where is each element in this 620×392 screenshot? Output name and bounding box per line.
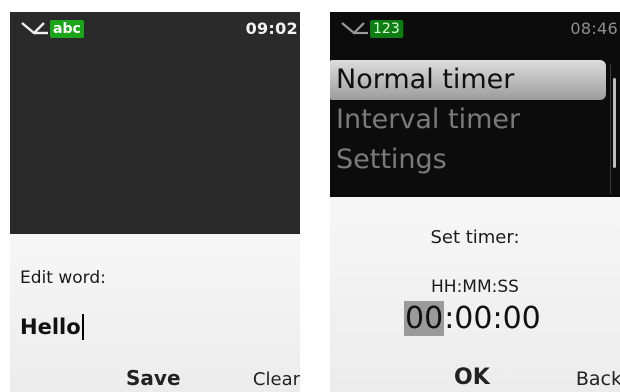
clock: 09:02	[245, 19, 298, 38]
edit-word-dialog: Edit word: Hello Save Clear	[10, 234, 300, 392]
time-format-label: HH:MM:SS	[431, 277, 519, 297]
network-signal-icon	[341, 22, 368, 35]
status-bar: abc 09:02	[10, 12, 300, 48]
menu-item-settings[interactable]: Settings	[330, 140, 604, 180]
input-mode-badge: 123	[370, 20, 403, 38]
left-phone-screen: abc 09:02 Edit word: Hello Save Clear	[10, 12, 300, 392]
menu-scrollbar[interactable]	[610, 64, 617, 194]
save-button[interactable]: Save	[126, 366, 181, 390]
dialog-title: Set timer:	[430, 227, 520, 248]
scrollbar-thumb[interactable]	[613, 78, 616, 168]
text-caret	[81, 314, 84, 340]
back-button[interactable]: Back	[576, 368, 620, 390]
timer-time-input[interactable]: 00 :00:00	[404, 301, 541, 336]
ok-button[interactable]: OK	[454, 365, 490, 390]
menu-item-interval-timer[interactable]: Interval timer	[330, 100, 604, 140]
status-bar: 123 08:46	[330, 12, 620, 48]
minutes-seconds-segment[interactable]: :00:00	[444, 301, 541, 336]
clear-button[interactable]: Clear	[253, 369, 300, 390]
dialog-label: Edit word:	[20, 268, 106, 288]
set-timer-dialog: Set timer: HH:MM:SS 00 :00:00 OK Back	[330, 197, 620, 392]
timer-menu: Normal timer Interval timer Settings	[330, 60, 620, 180]
hours-segment[interactable]: 00	[404, 301, 445, 336]
input-mode-badge: abc	[50, 20, 84, 38]
network-signal-icon	[21, 22, 48, 35]
right-phone-screen: 123 08:46 Normal timer Interval timer Se…	[330, 12, 620, 392]
word-input[interactable]: Hello	[20, 314, 84, 340]
clock: 08:46	[570, 19, 618, 38]
menu-item-normal-timer[interactable]: Normal timer	[330, 60, 606, 100]
word-input-text: Hello	[20, 315, 81, 339]
